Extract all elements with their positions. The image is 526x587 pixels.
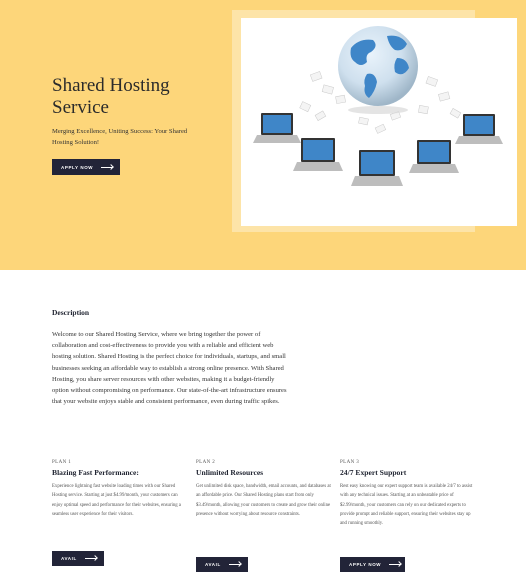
plan-card-1: PLAN 1 Blazing Fast Performance: Experie… xyxy=(52,460,187,519)
description-body: Welcome to our Shared Hosting Service, w… xyxy=(52,331,287,406)
plan-text: Experience lightning fast website loadin… xyxy=(52,484,181,517)
hero-title: Shared Hosting Service xyxy=(52,75,170,118)
apply-now-label: APPLY NOW xyxy=(349,562,382,567)
hero-image xyxy=(241,18,517,226)
plan-label: PLAN 2 xyxy=(196,460,216,465)
arrow-right-icon xyxy=(228,564,241,565)
plan-card-2: PLAN 2 Unlimited Resources Get unlimited… xyxy=(196,460,331,519)
description-heading: Description xyxy=(52,308,90,317)
arrow-right-icon xyxy=(101,166,114,168)
apply-now-button[interactable]: APPLY NOW xyxy=(52,159,120,175)
plan-title: Unlimited Resources xyxy=(196,468,264,477)
arrow-right-icon xyxy=(84,558,97,559)
plan-title: Blazing Fast Performance: xyxy=(52,468,139,477)
plan-text: Get unlimited disk space, bandwidth, ema… xyxy=(196,484,331,517)
avail-label: AVAIL xyxy=(205,562,221,567)
globe-network-laptops-icon xyxy=(253,26,503,186)
plan-title: 24/7 Expert Support xyxy=(340,468,407,477)
arrow-right-icon xyxy=(389,564,402,565)
hero-subtitle: Merging Excellence, Uniting Success: You… xyxy=(52,128,188,146)
apply-now-label: APPLY NOW xyxy=(61,164,94,170)
plan-label: PLAN 1 xyxy=(52,460,72,465)
avail-button-plan-1[interactable]: AVAIL xyxy=(52,551,104,566)
avail-button-plan-2[interactable]: AVAIL xyxy=(196,557,248,572)
plan-card-3: PLAN 3 24/7 Expert Support Rest easy kno… xyxy=(340,460,475,528)
hero-section: Shared Hosting Service Merging Excellenc… xyxy=(0,0,526,270)
laptop-group xyxy=(253,113,503,186)
avail-label: AVAIL xyxy=(61,556,77,561)
plan-label: PLAN 3 xyxy=(340,460,360,465)
plan-text: Rest easy knowing our expert support tea… xyxy=(340,484,473,527)
apply-now-button-plan-3[interactable]: APPLY NOW xyxy=(340,557,405,572)
